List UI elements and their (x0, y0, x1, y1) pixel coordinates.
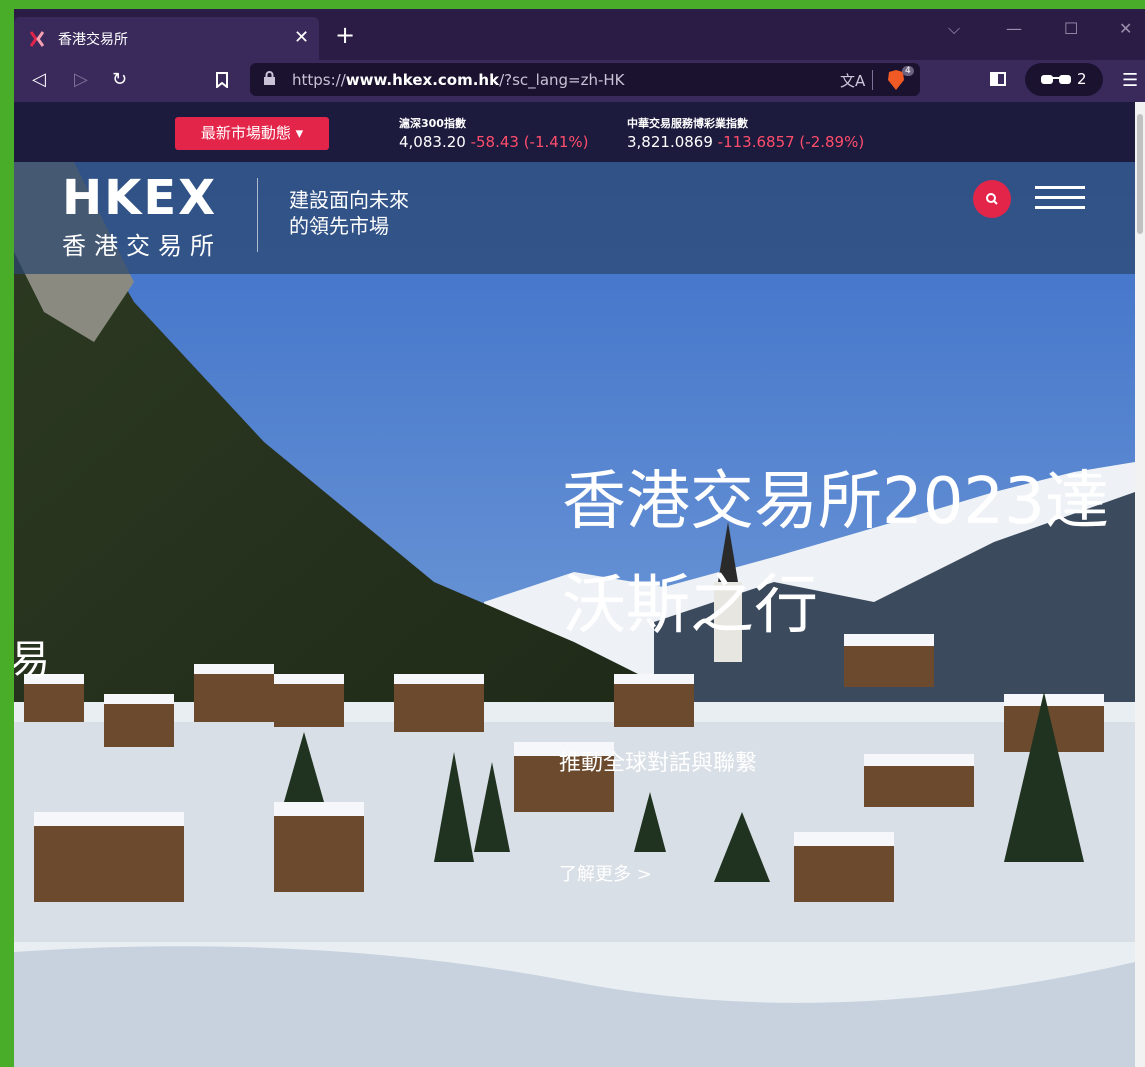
hero-banner: HKEX 香港交易所 建設面向未來 的領先市場 易 香港交易所2023達 沃斯之… (14, 162, 1135, 1067)
tab-bar: 香港交易所 ✕ + ⌵ — ☐ ✕ (14, 9, 1145, 60)
search-button[interactable] (973, 180, 1011, 218)
carousel-side-text: 易 (14, 637, 50, 683)
ticker-index-change: -113.6857 (-2.89%) (717, 133, 865, 151)
glasses-icon (1041, 75, 1071, 84)
ticker-index-value[interactable]: 4,083.20 -58.43 (-1.41%) (399, 133, 588, 151)
maximize-icon[interactable]: ☐ (1064, 19, 1078, 38)
reload-icon[interactable]: ↻ (112, 69, 127, 91)
vpn-count: 2 (1077, 70, 1087, 88)
hamburger-menu-icon[interactable] (1035, 186, 1085, 210)
tab-title: 香港交易所 (58, 32, 128, 48)
menu-icon[interactable]: ☰ (1122, 70, 1138, 91)
tab-search-chevron-icon[interactable]: ⌵ (948, 19, 960, 39)
close-tab-icon[interactable]: ✕ (294, 27, 309, 48)
tab-hkex[interactable]: 香港交易所 ✕ (14, 17, 319, 60)
back-icon[interactable]: ◁ (32, 69, 46, 91)
hkex-logo-chinese[interactable]: 香港交易所 (62, 226, 222, 261)
sidebar-toggle-icon[interactable] (990, 72, 1006, 86)
ticker-index-name: 滬深300指數 (399, 117, 466, 130)
ticker-index-value[interactable]: 3,821.0869 -113.6857 (-2.89%) (627, 133, 864, 151)
site-header: HKEX 香港交易所 建設面向未來 的領先市場 (14, 162, 1135, 274)
url-divider (872, 70, 873, 90)
browser-toolbar: ◁ ▷ ↻ https://www.hkex.com.hk/?sc_lang=z… (14, 60, 1145, 102)
ticker-index-name: 中華交易服務博彩業指數 (627, 117, 748, 130)
forward-icon[interactable]: ▷ (74, 69, 88, 91)
header-divider (257, 178, 258, 252)
address-bar[interactable]: https://www.hkex.com.hk/?sc_lang=zh-HK 文… (250, 63, 920, 96)
hero-subheadline: 推動全球對話與聯繫 (559, 751, 758, 776)
hkex-logo[interactable]: HKEX (62, 170, 217, 226)
bookmark-icon[interactable] (216, 72, 228, 88)
vpn-button[interactable]: 2 (1025, 63, 1103, 96)
shields-count-badge: 4 (902, 66, 914, 76)
latest-market-button[interactable]: 最新市場動態 ▾ (175, 117, 329, 150)
url-text: https://www.hkex.com.hk/?sc_lang=zh-HK (292, 71, 625, 89)
scrollbar-thumb[interactable] (1137, 114, 1143, 234)
new-tab-icon[interactable]: + (335, 23, 355, 47)
close-window-icon[interactable]: ✕ (1119, 19, 1132, 38)
hero-headline: 香港交易所2023達 沃斯之行 (562, 465, 1109, 643)
browser-window: 香港交易所 ✕ + ⌵ — ☐ ✕ ◁ ▷ ↻ https://www.hkex… (14, 9, 1145, 1067)
hkex-favicon-icon (30, 31, 44, 47)
ticker-index-change: -58.43 (-1.41%) (470, 133, 589, 151)
header-tagline: 建設面向未來 的領先市場 (289, 188, 409, 238)
market-ticker-bar: 最新市場動態 ▾ 滬深300指數 4,083.20 -58.43 (-1.41%… (14, 102, 1145, 162)
translate-icon[interactable]: 文A (840, 70, 865, 91)
minimize-icon[interactable]: — (1006, 19, 1022, 38)
learn-more-link[interactable]: 了解更多 > (559, 860, 652, 886)
search-icon (986, 193, 998, 205)
page-scrollbar[interactable] (1135, 102, 1145, 1067)
lock-icon (264, 71, 275, 85)
